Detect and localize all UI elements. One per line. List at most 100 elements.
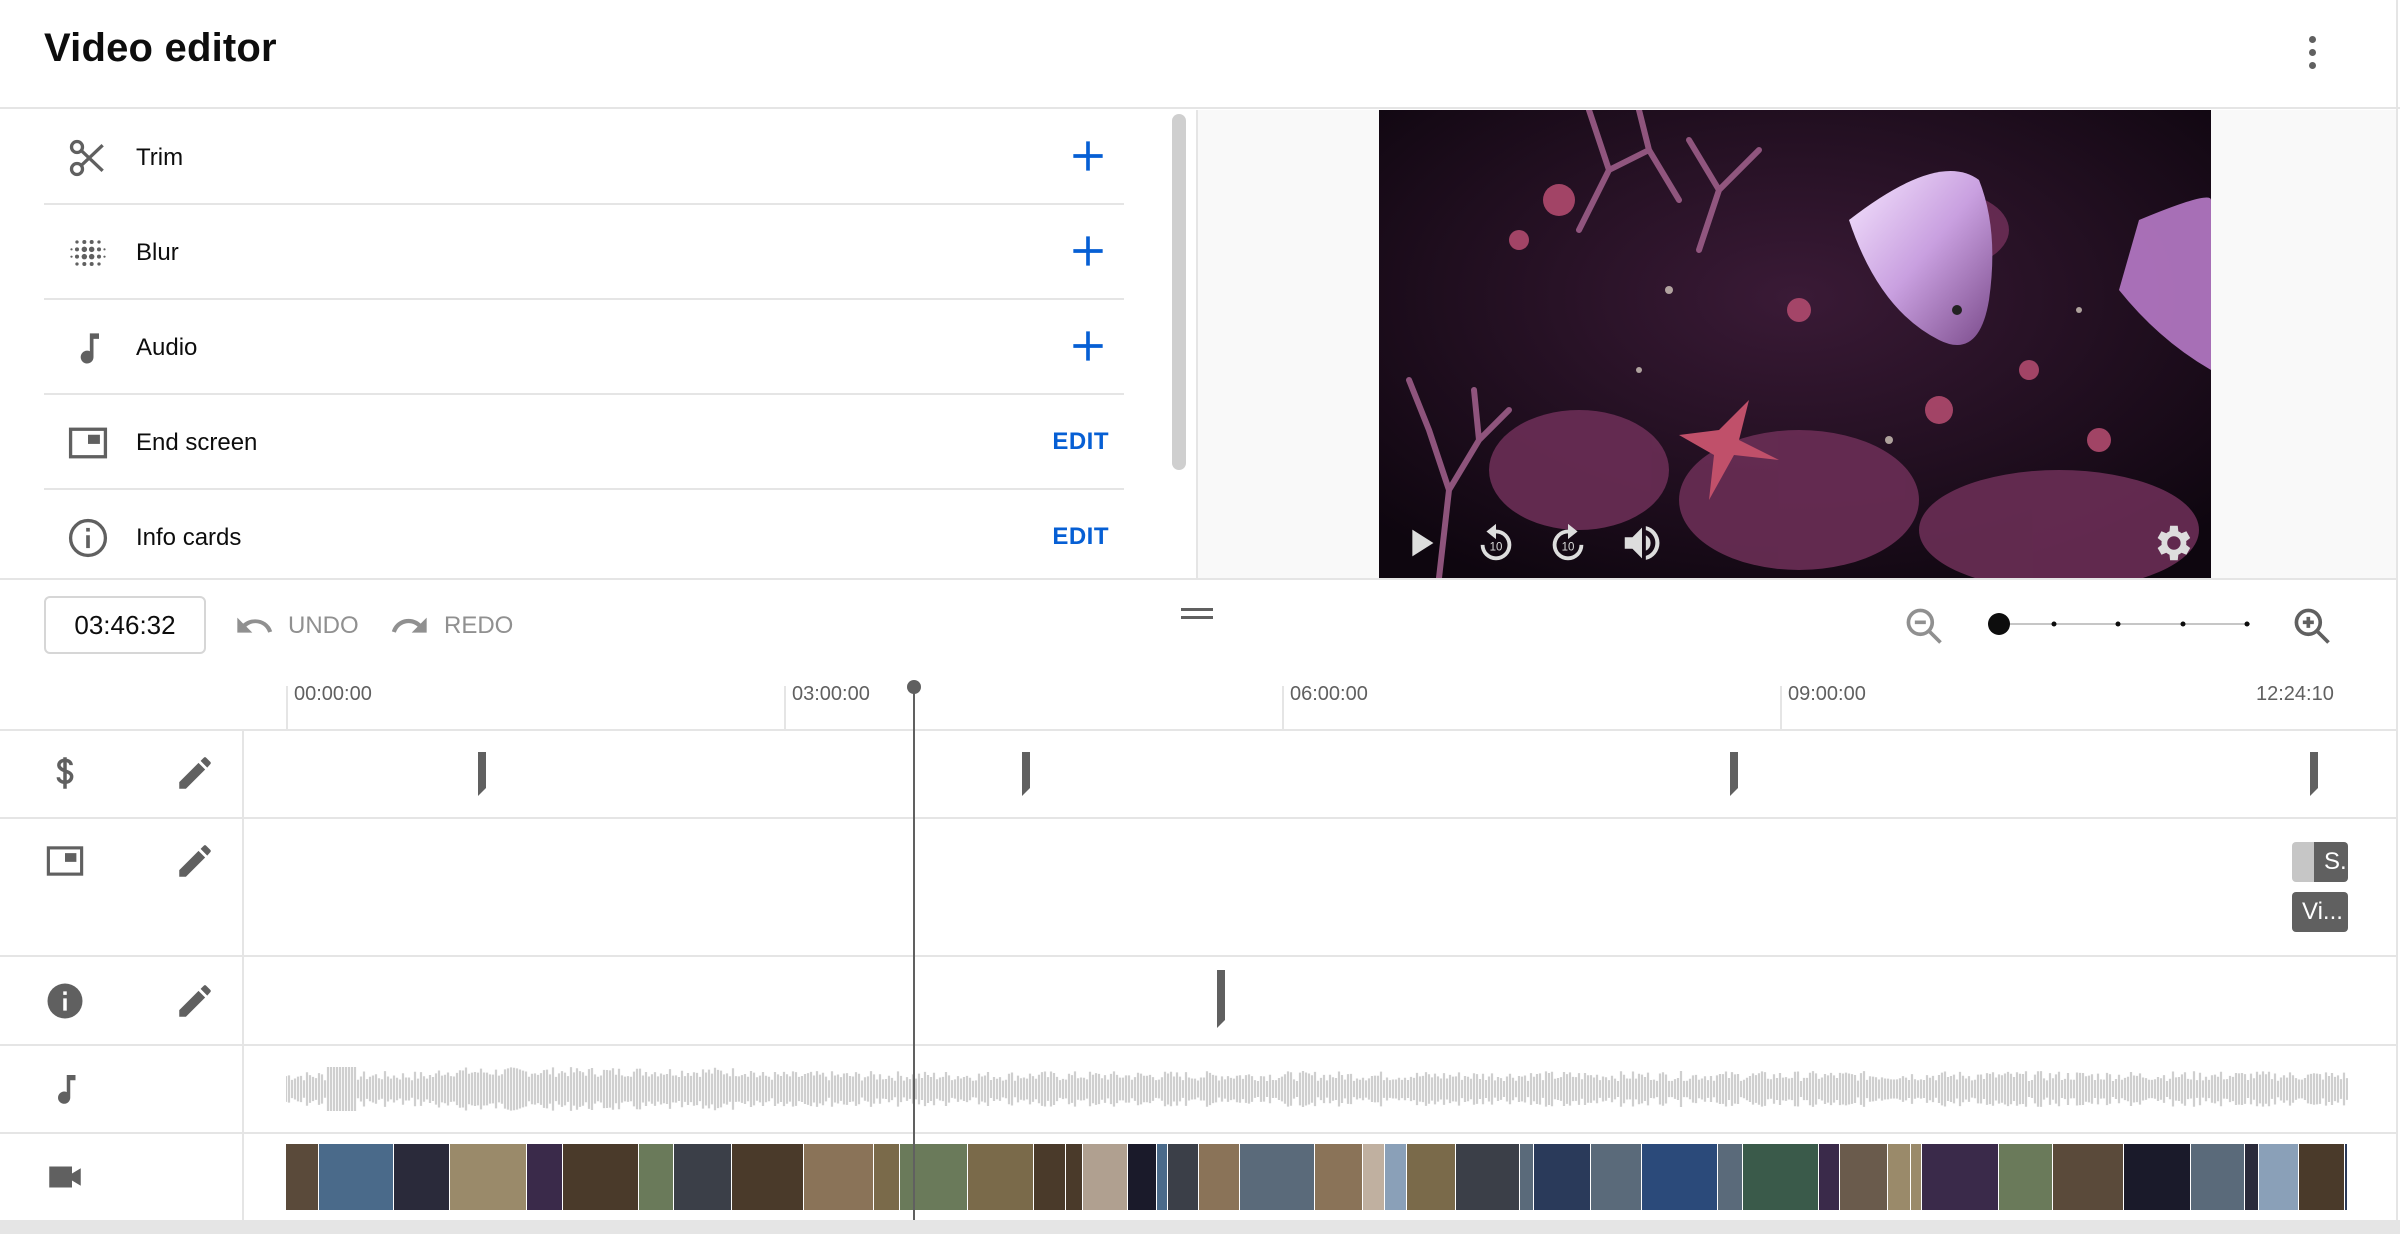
more-vert-icon [2308,35,2316,43]
svg-text:10: 10 [1562,542,1575,554]
forward-10-icon[interactable]: 10 [1545,520,1591,566]
video-frame [1379,110,2211,578]
add-trim-button[interactable] [1066,134,1110,178]
resize-handle[interactable] [1181,608,1213,622]
ruler-label: 09:00:00 [1788,683,1866,705]
play-icon[interactable] [1397,520,1443,566]
video-thumbnail [2053,1144,2124,1210]
zoom-in-icon[interactable] [2290,604,2334,648]
horizontal-scrollbar[interactable] [0,1220,2400,1234]
zoom-out-icon[interactable] [1902,604,1946,648]
tool-row-blur[interactable]: Blur [44,205,1124,300]
video-thumbnail [1520,1144,1534,1210]
video-thumbnail [286,1144,319,1210]
undo-button[interactable]: UNDO [234,606,359,646]
video-thumbnail [1385,1144,1407,1210]
tool-row-info-cards[interactable]: Info cards EDIT [44,490,1124,578]
ruler-tick [784,686,786,730]
video-thumbnail [1315,1144,1363,1210]
zoom-slider-thumb[interactable] [1988,613,2010,635]
volume-icon[interactable] [1619,520,1665,566]
end-screen-element-chip[interactable]: S... [2292,842,2348,882]
tool-label: Audio [136,334,198,361]
redo-button[interactable]: REDO [390,606,513,646]
zoom-slider[interactable] [1988,608,2250,640]
edit-info-cards-track-button[interactable] [174,980,216,1022]
video-thumbnail [1819,1144,1840,1210]
ad-break-marker[interactable] [1020,752,1032,796]
video-preview[interactable]: 10 10 [1379,110,2211,578]
video-thumbnail [2345,1144,2348,1210]
videocam-icon [49,1166,81,1188]
dollar-icon [56,757,74,789]
ruler-baseline [0,729,2396,731]
edit-ad-breaks-button[interactable] [174,752,216,794]
video-thumbnail [1407,1144,1456,1210]
ad-break-marker[interactable] [476,752,488,796]
ruler-label: 03:00:00 [792,683,870,705]
rewind-10-icon[interactable]: 10 [1473,520,1519,566]
tools-scrollbar[interactable] [1172,114,1186,474]
video-thumbnail [394,1144,450,1210]
video-thumbnail [2124,1144,2191,1210]
video-thumbnail [1591,1144,1642,1210]
end-screen-icon [68,427,108,459]
video-thumbnail [1840,1144,1888,1210]
edit-info-cards-button[interactable]: EDIT [1052,523,1109,551]
current-time-field[interactable]: 03:46:32 [44,596,206,654]
video-thumbnail [732,1144,804,1210]
ruler-tick [286,686,288,730]
page-title: Video editor [44,26,277,70]
video-thumbnail [2259,1144,2299,1210]
tool-row-audio[interactable]: Audio [44,300,1124,395]
add-audio-button[interactable] [1066,324,1110,368]
playhead-handle[interactable] [907,680,921,694]
tool-label: Info cards [136,524,242,551]
waveform-path [286,1067,2348,1111]
redo-label: REDO [444,612,514,639]
settings-gear-icon[interactable] [2149,520,2195,566]
video-thumbnail [639,1144,674,1210]
ruler-label: 06:00:00 [1290,683,1368,705]
info-card-marker[interactable] [1215,970,1227,1028]
video-thumbnail [1083,1144,1128,1210]
video-thumbnail [2191,1144,2245,1210]
track-divider [0,817,2396,819]
edit-end-screen-track-button[interactable] [174,840,216,882]
end-screen-element-chip[interactable]: Vi... [2292,892,2348,932]
track-label-divider [242,731,244,1221]
video-thumbnail [874,1144,900,1210]
video-thumbnail [1456,1144,1520,1210]
more-options-button[interactable] [2290,30,2334,74]
scissors-icon [69,139,104,177]
playhead[interactable] [913,690,915,1220]
video-thumbnail [674,1144,732,1210]
video-thumbnail [1743,1144,1819,1210]
ad-break-marker[interactable] [2308,752,2320,796]
tool-label: End screen [136,429,258,456]
video-filmstrip[interactable] [286,1144,2348,1210]
video-thumbnail [2299,1144,2345,1210]
tool-row-trim[interactable]: Trim [44,110,1124,205]
ruler-tick [1282,686,1284,730]
music-note-icon [58,1075,76,1104]
video-thumbnail [1642,1144,1718,1210]
video-thumbnail [1157,1144,1168,1210]
scrollbar-thumb[interactable] [1172,114,1186,470]
video-thumbnail [1999,1144,2053,1210]
video-thumbnail [1363,1144,1385,1210]
audio-waveform [286,1067,2348,1111]
ruler-label: 00:00:00 [294,683,372,705]
video-thumbnail [1922,1144,1999,1210]
tool-row-end-screen[interactable]: End screen EDIT [44,395,1124,490]
editor-header: Video editor [0,0,2400,109]
divider [0,578,2396,580]
edit-end-screen-button[interactable]: EDIT [1052,428,1109,456]
video-thumbnail [1168,1144,1199,1210]
ruler-label: 12:24:10 [2256,683,2334,705]
video-thumbnail [968,1144,1034,1210]
ad-break-marker[interactable] [1728,752,1740,796]
add-blur-button[interactable] [1066,229,1110,273]
svg-text:10: 10 [1490,542,1503,554]
undo-icon [237,617,273,633]
